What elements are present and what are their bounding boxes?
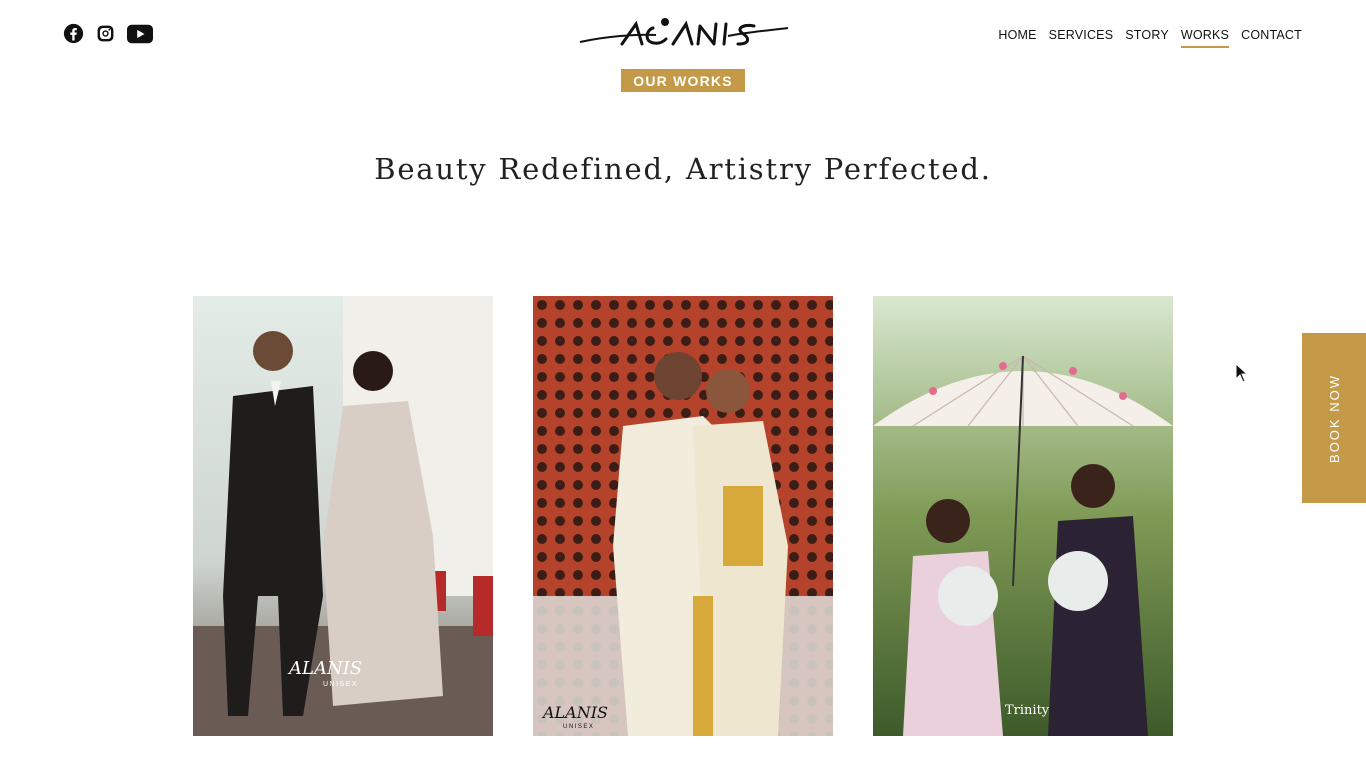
- page-headline: Beauty Redefined, Artistry Perfected.: [374, 152, 992, 186]
- gallery-photo[interactable]: ALANIS UNISEX: [533, 296, 833, 736]
- photo-watermark: ALANIS: [541, 703, 608, 722]
- photo-watermark-sub: UNISEX: [563, 724, 594, 730]
- photo-image: ALANIS UNISEX: [193, 296, 493, 736]
- gallery-photo[interactable]: ALANIS UNISEX: [193, 296, 493, 736]
- gallery-photo[interactable]: Trinity: [873, 296, 1173, 736]
- section-badge: OUR WORKS: [621, 69, 745, 92]
- main-nav: HOME SERVICES STORY WORKS CONTACT: [998, 28, 1302, 48]
- photo-image: Trinity: [873, 296, 1173, 736]
- photo-watermark: Trinity: [1005, 703, 1050, 718]
- youtube-icon[interactable]: [127, 24, 153, 44]
- nav-story[interactable]: STORY: [1125, 28, 1169, 48]
- instagram-icon[interactable]: [96, 24, 115, 43]
- photo-watermark-sub: UNISEX: [323, 681, 358, 688]
- brand-logo[interactable]: [578, 14, 790, 56]
- nav-services[interactable]: SERVICES: [1049, 28, 1114, 48]
- works-gallery: ALANIS UNISEX ALANIS UNISEX Trinity: [193, 296, 1173, 736]
- nav-works[interactable]: WORKS: [1180, 28, 1230, 48]
- social-links: [63, 23, 153, 44]
- facebook-icon[interactable]: [63, 23, 84, 44]
- mouse-cursor-icon: [1235, 362, 1249, 388]
- book-now-button[interactable]: BOOK NOW: [1302, 333, 1366, 503]
- book-now-label: BOOK NOW: [1326, 373, 1342, 463]
- photo-image: ALANIS UNISEX: [533, 296, 833, 736]
- nav-home[interactable]: HOME: [998, 28, 1036, 48]
- nav-contact[interactable]: CONTACT: [1241, 28, 1302, 48]
- photo-watermark: ALANIS: [287, 658, 362, 679]
